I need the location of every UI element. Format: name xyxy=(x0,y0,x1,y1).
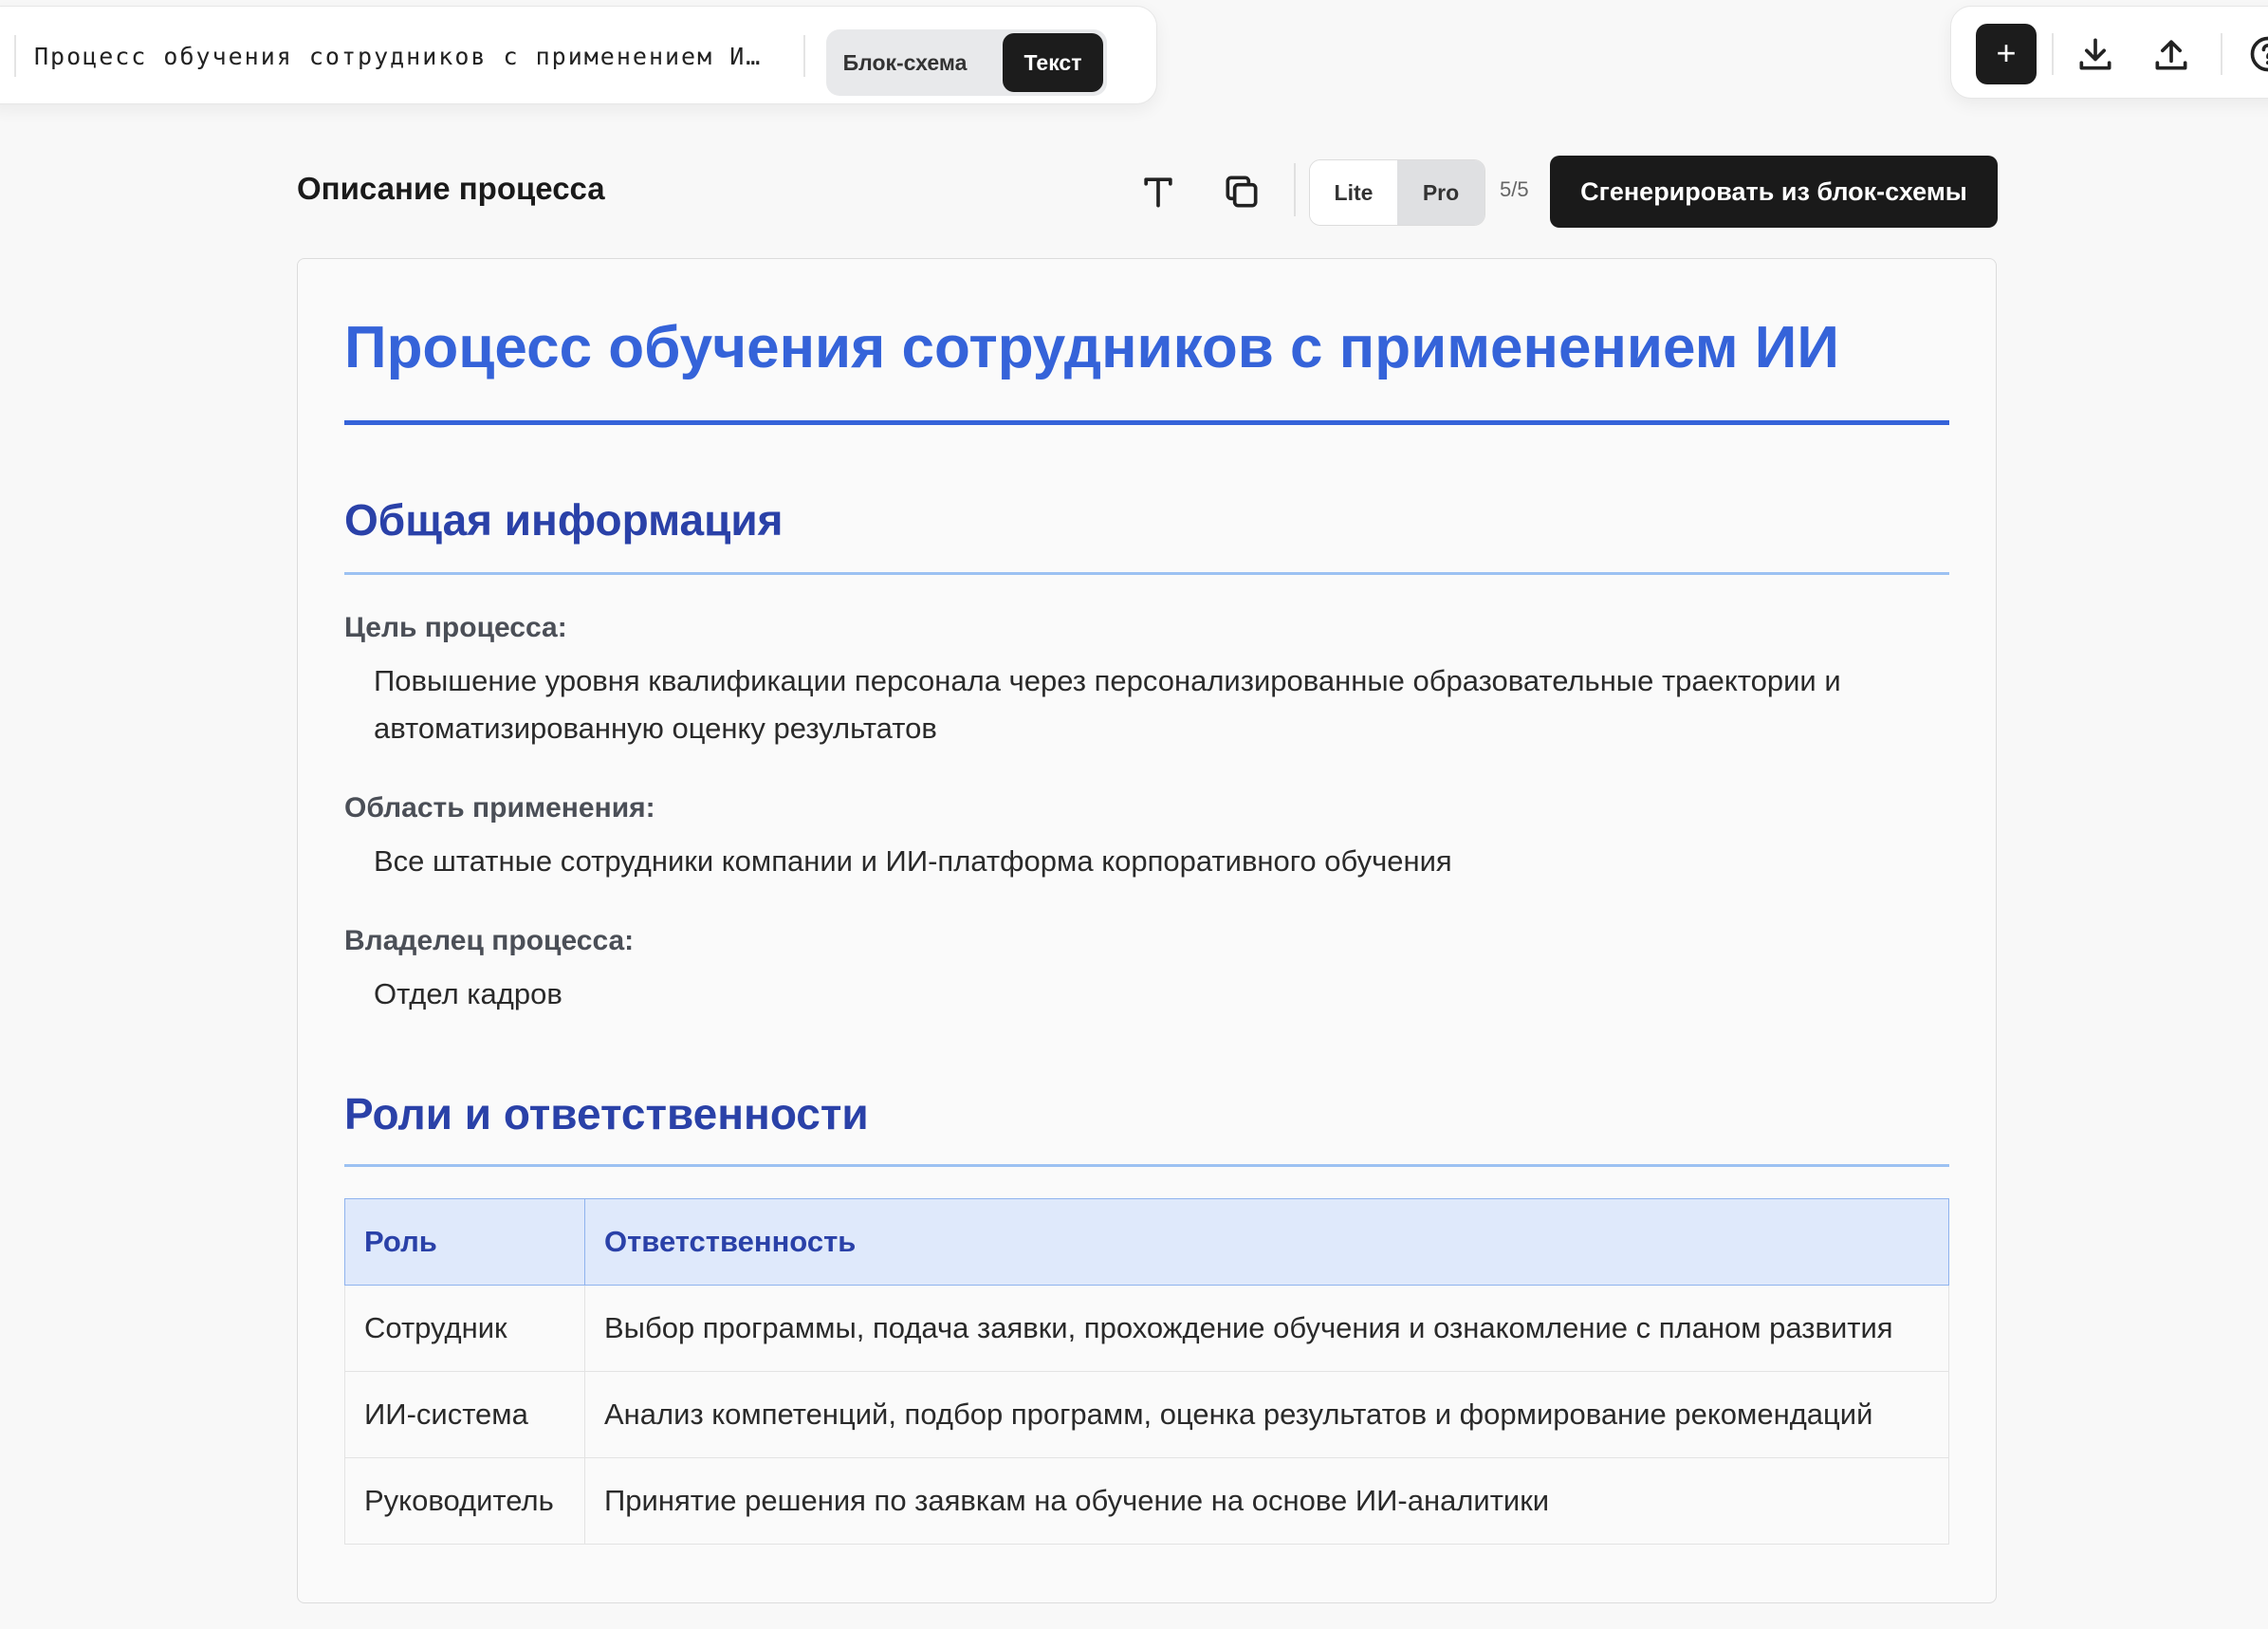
table-row: Сотрудник Выбор программы, подача заявки… xyxy=(344,1285,1949,1372)
document-title: Процесс обучения сотрудников с применени… xyxy=(344,315,1839,380)
owner-label: Владелец процесса: xyxy=(344,925,635,956)
owner-value: Отдел кадров xyxy=(374,977,562,1010)
table-header-row: Роль Ответственность xyxy=(344,1198,1949,1286)
table-row: ИИ-система Анализ компетенций, подбор пр… xyxy=(344,1371,1949,1458)
plus-icon: + xyxy=(1996,33,2017,72)
roles-table: Роль Ответственность Сотрудник Выбор про… xyxy=(344,1198,1949,1545)
toolbar-divider xyxy=(803,35,805,77)
toolbar-divider xyxy=(14,35,16,77)
responsibility-cell: Принятие решения по заявкам на обучение … xyxy=(584,1457,1949,1545)
flowchart-view-button[interactable]: Блок-схема xyxy=(834,33,976,92)
text-view-button[interactable]: Текст xyxy=(1003,33,1103,92)
section-title: Описание процесса xyxy=(297,171,605,206)
generation-counter: 5/5 xyxy=(1500,177,1529,201)
generate-from-flowchart-button[interactable]: Сгенерировать из блок-схемы xyxy=(1550,156,1998,228)
lite-mode-button[interactable]: Lite xyxy=(1310,160,1397,225)
goal-value: Повышение уровня квалификации персонала … xyxy=(374,664,1841,745)
role-cell: Руководитель xyxy=(344,1457,585,1545)
general-info-heading: Общая информация xyxy=(344,495,784,545)
document-card: Процесс обучения сотрудников с применени… xyxy=(297,258,1997,1603)
role-cell: ИИ-система xyxy=(344,1371,585,1458)
add-button[interactable]: + xyxy=(1976,24,2037,84)
upload-icon[interactable] xyxy=(2150,33,2192,75)
responsibility-cell: Анализ компетенций, подбор программ, оце… xyxy=(584,1371,1949,1458)
view-mode-toggle: Блок-схема Текст xyxy=(826,29,1107,96)
text-format-icon[interactable] xyxy=(1137,171,1179,213)
responsibility-cell: Выбор программы, подача заявки, прохожде… xyxy=(584,1285,1949,1372)
role-cell: Сотрудник xyxy=(344,1285,585,1372)
copy-icon[interactable] xyxy=(1221,171,1263,213)
download-icon[interactable] xyxy=(2074,33,2116,75)
toolbar-divider xyxy=(2052,33,2054,75)
help-icon[interactable] xyxy=(2247,33,2268,75)
roles-heading: Роли и ответственности xyxy=(344,1089,869,1138)
pro-mode-button[interactable]: Pro xyxy=(1397,160,1484,225)
top-right-toolbar: + xyxy=(1950,6,2268,99)
top-toolbar: Процесс обучения сотрудников с применени… xyxy=(0,6,1157,104)
title-rule xyxy=(344,420,1949,425)
document-title-field[interactable]: Процесс обучения сотрудников с применени… xyxy=(34,43,765,70)
lite-pro-toggle: Lite Pro xyxy=(1309,159,1485,226)
goal-label: Цель процесса: xyxy=(344,612,567,643)
toolbar-divider xyxy=(2221,33,2222,75)
general-info-rule xyxy=(344,572,1949,575)
table-row: Руководитель Принятие решения по заявкам… xyxy=(344,1457,1949,1545)
column-header-responsibility: Ответственность xyxy=(584,1198,1949,1286)
column-header-role: Роль xyxy=(344,1198,585,1286)
scope-value: Все штатные сотрудники компании и ИИ-пла… xyxy=(374,844,1452,878)
scope-label: Область применения: xyxy=(344,792,655,824)
roles-rule xyxy=(344,1164,1949,1167)
header-divider xyxy=(1294,163,1296,216)
